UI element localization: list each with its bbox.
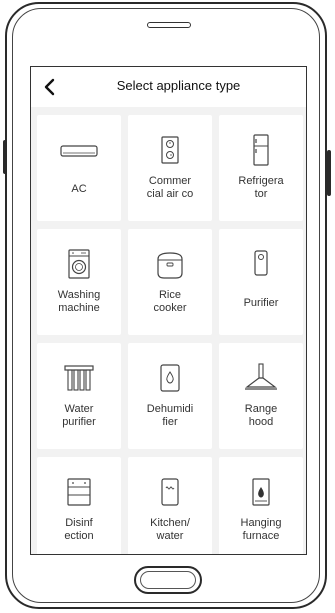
appliance-label: Disinf bbox=[65, 517, 93, 529]
appliance-label-line2: cial air co bbox=[146, 188, 194, 200]
appliance-tile-kitchen-water-heater[interactable]: Kitchen/ water bbox=[128, 457, 212, 554]
volume-button bbox=[3, 140, 7, 174]
range-hood-icon bbox=[245, 363, 277, 390]
appliance-label: Kitchen/ bbox=[150, 517, 190, 529]
appliance-label-line2: tor bbox=[254, 188, 268, 200]
appliance-label-line2: cooker bbox=[153, 302, 187, 314]
water-purifier-icon bbox=[64, 365, 94, 391]
appliance-label: Range bbox=[244, 403, 278, 415]
appliance-tile-commercial-air-conditioner[interactable]: Commer cial air co bbox=[128, 115, 212, 221]
page-title: Select appliance type bbox=[116, 78, 241, 93]
appliance-tile-disinfection-cabinet[interactable]: Disinf ection bbox=[37, 457, 121, 554]
power-button bbox=[327, 150, 331, 196]
appliance-label-line2: machine bbox=[58, 302, 100, 314]
appliance-tile-washing-machine[interactable]: Washing machine bbox=[37, 229, 121, 335]
refrigerator-icon bbox=[253, 134, 269, 166]
appliance-label-line2: water bbox=[156, 530, 184, 542]
chevron-left-icon bbox=[44, 78, 55, 96]
appliance-label-line2: purifier bbox=[62, 416, 96, 428]
appliance-tile-ac[interactable]: AC bbox=[37, 115, 121, 221]
disinfection-cabinet-icon bbox=[67, 478, 91, 506]
appliance-label-line2: furnace bbox=[242, 530, 280, 542]
appliance-label-line2: fier bbox=[162, 416, 178, 428]
appliance-label-line2: ection bbox=[64, 530, 94, 542]
appliance-tile-hanging-furnace[interactable]: Hanging furnace bbox=[219, 457, 303, 554]
back-button[interactable] bbox=[39, 75, 63, 99]
top-bar: Select appliance type bbox=[31, 67, 306, 107]
appliance-label: Commer bbox=[148, 175, 192, 187]
commercial-air-conditioner-icon bbox=[161, 136, 179, 164]
appliance-tile-refrigerator[interactable]: Refrigera tor bbox=[219, 115, 303, 221]
appliance-tile-purifier[interactable]: Purifier bbox=[219, 229, 303, 335]
hanging-furnace-icon bbox=[252, 478, 270, 506]
washing-machine-icon bbox=[68, 249, 90, 279]
home-button[interactable] bbox=[134, 566, 202, 594]
appliance-label: Purifier bbox=[243, 297, 279, 309]
rice-cooker-icon bbox=[157, 252, 183, 279]
app-screen: Select appliance type AC Commer cial air… bbox=[30, 66, 307, 555]
appliance-label: Washing bbox=[57, 289, 101, 301]
appliance-label: Water bbox=[64, 403, 94, 415]
appliance-label: AC bbox=[71, 183, 87, 195]
appliance-label: Hanging bbox=[240, 517, 282, 529]
appliance-tile-rice-cooker[interactable]: Rice cooker bbox=[128, 229, 212, 335]
appliance-tile-range-hood[interactable]: Range hood bbox=[219, 343, 303, 449]
appliance-label: Refrigera bbox=[238, 175, 284, 187]
kitchen-water-heater-icon bbox=[161, 478, 179, 506]
ac-icon bbox=[60, 145, 98, 157]
appliance-label: Dehumidi bbox=[146, 403, 194, 415]
appliance-label-line2: hood bbox=[248, 416, 274, 428]
appliance-tile-dehumidifier[interactable]: Dehumidi fier bbox=[128, 343, 212, 449]
earpiece-speaker bbox=[147, 22, 191, 28]
purifier-icon bbox=[254, 250, 268, 276]
appliance-tile-water-purifier[interactable]: Water purifier bbox=[37, 343, 121, 449]
appliance-label: Rice bbox=[158, 289, 181, 301]
dehumidifier-icon bbox=[160, 364, 180, 392]
